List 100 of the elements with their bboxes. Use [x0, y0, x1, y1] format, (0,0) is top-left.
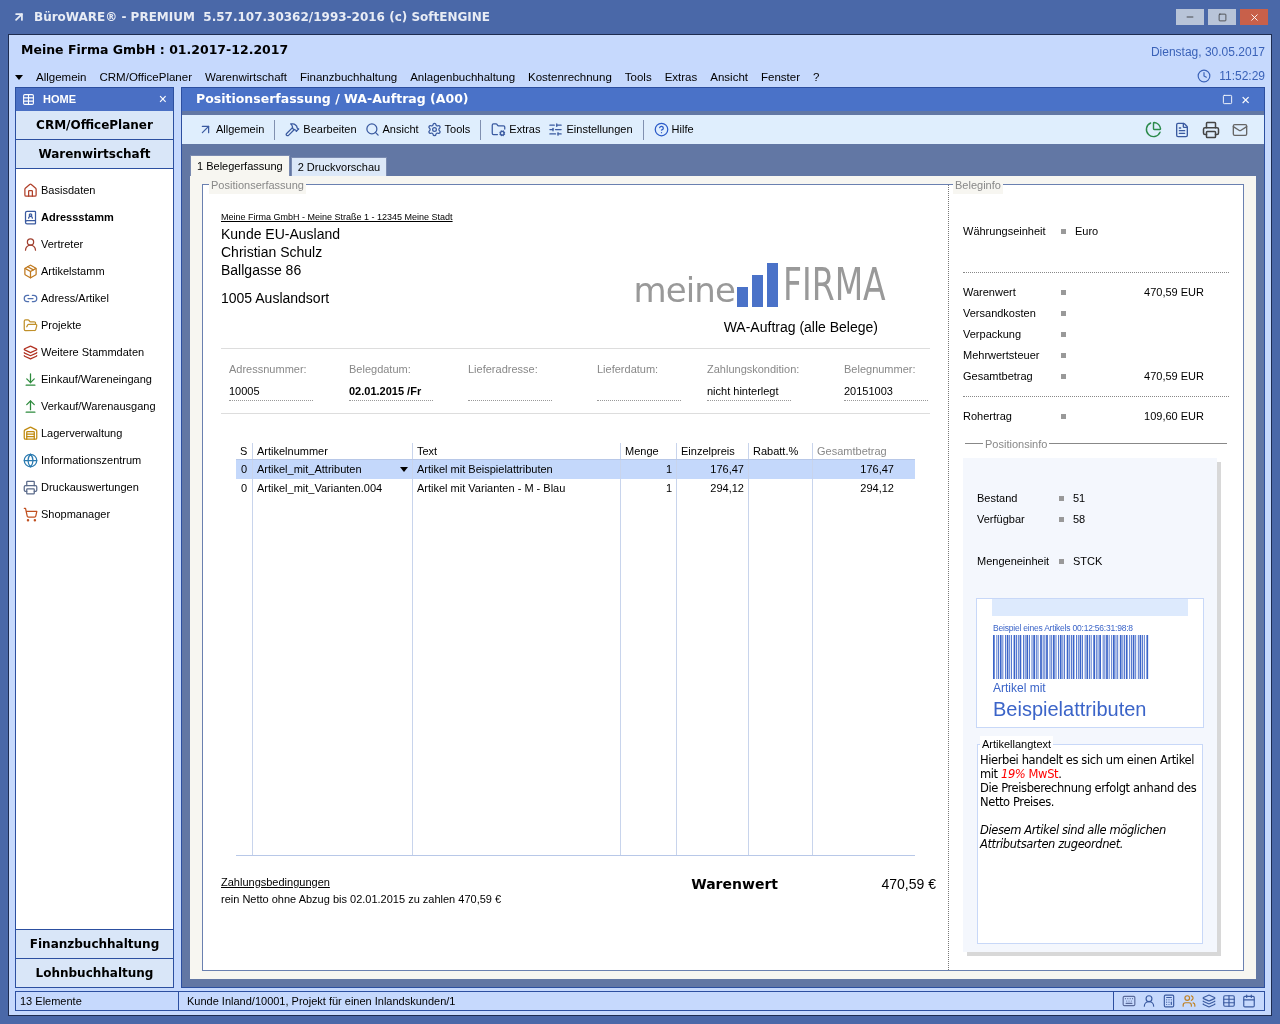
bullet-icon: [1059, 496, 1064, 501]
menu-item[interactable]: Warenwirtschaft: [204, 68, 287, 86]
sender-line: Meine Firma GmbH - Meine Straße 1 - 12345 Meine Stadt: [221, 211, 454, 224]
users-icon[interactable]: [1182, 994, 1196, 1008]
chart-icon[interactable]: [1145, 121, 1162, 138]
menu-item[interactable]: Tools: [624, 68, 652, 86]
tab[interactable]: 2 Druckvorschau: [290, 157, 388, 176]
column-header[interactable]: Einzelpreis: [676, 442, 748, 459]
dropdown-caret-icon[interactable]: [400, 467, 408, 472]
sidebar-item[interactable]: Lagerverwaltung: [41, 424, 123, 442]
restore-icon[interactable]: [1222, 94, 1234, 105]
sidebar-item[interactable]: Adress/Artikel: [41, 289, 109, 307]
table-row[interactable]: 0 Artikel_mit_Attributen Artikel mit Beispielattributen 1 176,47 176,47: [236, 460, 915, 479]
tab[interactable]: 1 Belegerfassung: [190, 155, 290, 176]
document-icon[interactable]: [1174, 121, 1190, 138]
table-cell-text: 1: [665, 462, 672, 478]
toolbar-button[interactable]: Allgemein: [216, 121, 265, 138]
sidebar-item[interactable]: Druckauswertungen: [41, 478, 139, 496]
table-cell-text: 176,47: [710, 462, 744, 478]
person-icon: [23, 236, 38, 252]
calculator-icon[interactable]: [1162, 994, 1176, 1008]
longtext-paragraph: Die Preisberechnung erfolgt anhand des Netto Preises.: [980, 780, 1198, 809]
toolbar-button[interactable]: Tools: [444, 121, 471, 138]
section-button[interactable]: Finanzbuchhaltung: [16, 929, 173, 958]
menu-caret-icon[interactable]: [15, 74, 23, 80]
sidebar-item[interactable]: Artikelstamm: [41, 262, 105, 280]
info-label: Bestand: [977, 491, 1019, 507]
column-header[interactable]: Gesamtbetrag: [812, 442, 898, 459]
table-cell-text: Artikel_mit_Varianten.004: [257, 481, 383, 497]
bullet-icon: [1061, 414, 1066, 419]
longtext-paragraph: Diesem Artikel sind alle möglichen Attributsarten zugeordnet.: [980, 822, 1167, 851]
sidebar-item[interactable]: Basisdaten: [41, 181, 96, 199]
longtext-paragraph: Hierbei handelt es sich um einen Artikel mit 19% MwSt.: [980, 752, 1195, 781]
info-label: Verpackung: [963, 327, 1023, 343]
table-row[interactable]: 0 Artikel_mit_Varianten.004 Artikel mit Varianten - M - Blau 1 294,12 294,12: [236, 479, 915, 498]
section-button[interactable]: Lohnbuchhaltung: [16, 958, 173, 987]
table-cell-text: 176,47: [860, 462, 894, 478]
bullet-icon: [1061, 353, 1066, 358]
sidebar-item[interactable]: Shopmanager: [41, 505, 111, 523]
bullet-icon: [1061, 332, 1066, 337]
logo-text: meine: [633, 272, 736, 307]
toolbar-button[interactable]: Extras: [509, 121, 541, 138]
maximize-icon: [1217, 12, 1227, 22]
column-header[interactable]: Rabatt.%: [748, 442, 812, 459]
sliders-icon: [548, 122, 564, 137]
sidebar-item[interactable]: Informationszentrum: [41, 451, 142, 469]
table-cell-text: 1: [665, 481, 672, 497]
sidebar-item[interactable]: Einkauf/Wareneingang: [41, 370, 152, 388]
column-header[interactable]: Text: [412, 442, 620, 459]
folder-gear-icon: [491, 122, 507, 137]
time-label: 11:52:29: [1219, 68, 1265, 85]
calendar-icon[interactable]: [1242, 994, 1256, 1008]
sidebar-item[interactable]: Weitere Stammdaten: [41, 343, 145, 361]
toolbar-button[interactable]: Einstellungen: [566, 121, 633, 138]
sidebar-title: HOME: [43, 92, 76, 108]
menu-item[interactable]: Allgemein: [36, 68, 87, 86]
section-button[interactable]: CRM/OfficePlaner: [16, 111, 173, 140]
field-label: Zahlungskondition:: [707, 361, 801, 377]
column-header[interactable]: S: [236, 442, 252, 459]
info-label: Gesamtbetrag: [963, 369, 1034, 385]
mail-icon[interactable]: [1232, 121, 1248, 138]
menu-item[interactable]: Ansicht: [710, 68, 748, 86]
column-header[interactable]: Artikelnummer: [252, 442, 412, 459]
sidebar-item[interactable]: Projekte: [41, 316, 82, 334]
table-cell-text: Artikel mit Varianten - M - Blau: [417, 481, 566, 497]
toolbar-button[interactable]: Bearbeiten: [303, 121, 357, 138]
panel-icon[interactable]: [1222, 994, 1236, 1008]
menu-item[interactable]: Kostenrechnung: [528, 68, 612, 86]
address-line: Ballgasse 86: [221, 260, 303, 279]
sidebar-item[interactable]: Verkauf/Warenausgang: [41, 397, 156, 415]
maximize-button[interactable]: [1208, 9, 1236, 25]
magnifier-icon: [364, 122, 380, 137]
field-value: 20151003: [844, 385, 893, 397]
toolbar-button[interactable]: Ansicht: [382, 121, 419, 138]
table-cell-text: 0: [240, 481, 248, 497]
payment-terms-link[interactable]: Zahlungsbedingungen: [221, 874, 502, 891]
printer-icon: [23, 479, 38, 495]
window-title: BüroWARE® - PREMIUM 5.57.107.30362/1993-2016 (c) SoftENGINE: [34, 9, 491, 26]
menu-item[interactable]: ?: [813, 68, 820, 86]
column-header[interactable]: Menge: [620, 442, 676, 459]
barcode-caption: Beispiel eines Artikels 00:12:56:31:98:8: [993, 622, 1134, 635]
house-icon: [23, 182, 38, 198]
close-button[interactable]: ×: [158, 89, 167, 110]
menu-item[interactable]: Fenster: [761, 68, 800, 86]
menu-item[interactable]: Anlagenbuchhaltung: [410, 68, 516, 86]
menu-item[interactable]: Finanzbuchhaltung: [300, 68, 398, 86]
field-label: Lieferdatum:: [597, 361, 660, 377]
section-button[interactable]: Warenwirtschaft: [16, 140, 173, 169]
sidebar-item[interactable]: Vertreter: [41, 235, 84, 253]
menu-item[interactable]: CRM/OfficePlaner: [99, 68, 192, 86]
close-button[interactable]: ×: [1241, 92, 1250, 107]
keyboard-icon[interactable]: [1122, 994, 1136, 1008]
info-value: STCK: [1073, 554, 1103, 570]
toolbar-button[interactable]: Hilfe: [671, 121, 694, 138]
menu-item[interactable]: Extras: [664, 68, 698, 86]
package-icon: [23, 263, 38, 279]
date-label: Dienstag, 30.05.2017: [1150, 44, 1265, 61]
printer-icon[interactable]: [1202, 120, 1220, 139]
address-line: Kunde EU-Ausland: [221, 224, 341, 243]
sidebar-item[interactable]: Adressstamm: [41, 208, 114, 226]
